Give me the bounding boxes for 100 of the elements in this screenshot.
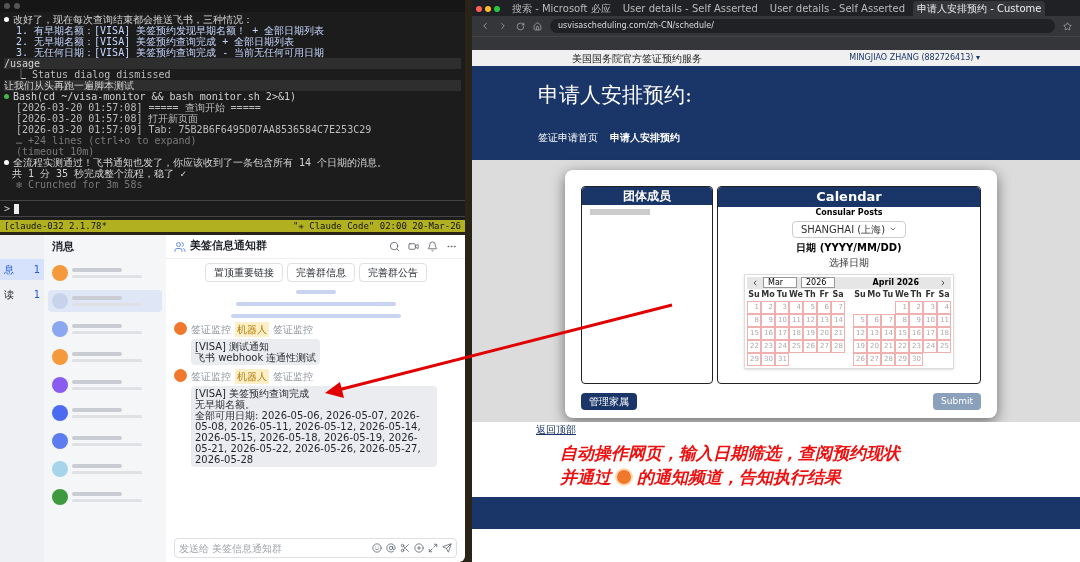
- message-input[interactable]: 发送给 美签信息通知群: [179, 540, 372, 556]
- sender-name: 签证监控: [191, 370, 231, 384]
- weekday-label: Sa: [937, 288, 951, 301]
- search-icon[interactable]: [389, 241, 400, 252]
- terminal-line: 全流程实测通过！飞书通知也发了，你应该收到了一条包含所有 14 个日期的消息。: [13, 157, 388, 168]
- back-to-top-link[interactable]: 返回顶部: [536, 422, 576, 437]
- status-clock: "✳ Claude Code" 02:00 20-Mar-26: [293, 220, 461, 232]
- expand-icon[interactable]: [428, 543, 438, 553]
- field-label: 日期 (YYYY/MM/DD): [796, 240, 902, 255]
- close-icon[interactable]: [476, 6, 482, 12]
- weekday-label: Mo: [761, 288, 775, 301]
- breadcrumb-link[interactable]: 申请人安排预约: [610, 129, 680, 145]
- weekday-label: Fr: [924, 288, 936, 301]
- month-title: April 2026: [872, 276, 919, 289]
- bookmark-icon[interactable]: [1063, 21, 1072, 31]
- month-select[interactable]: Mar: [763, 277, 797, 288]
- blurred-text: [295, 290, 336, 294]
- minimize-icon[interactable]: [485, 6, 491, 12]
- post-select[interactable]: SHANGHAI (上海): [791, 220, 907, 238]
- user-menu[interactable]: MINGJIAO ZHANG (882726413) ▾: [849, 52, 980, 64]
- emoji-icon[interactable]: [372, 543, 382, 553]
- forward-icon[interactable]: [498, 21, 508, 31]
- terminal-line: Bash(cd ~/visa-monitor && bash monitor.sh 2>&1): [13, 91, 296, 102]
- message-field[interactable]: 发送给 美签信息通知群: [174, 538, 457, 558]
- weekday-label: We: [789, 288, 803, 301]
- terminal-line: [2026-03-20 01:57:08] 打开新页面: [16, 113, 199, 124]
- home-icon[interactable]: [533, 21, 542, 31]
- terminal-line: 3. 无任何日期：[VISA] 美签预约查询完成 - 当前无任何可用日期: [16, 47, 325, 58]
- annotation-text: 并通过: [560, 466, 611, 489]
- source-label: 签证监控: [273, 323, 313, 337]
- pin-button[interactable]: 完善群公告: [358, 263, 427, 282]
- send-icon[interactable]: [442, 543, 452, 553]
- list-title: 消息: [51, 239, 75, 255]
- weekday-label: Sa: [831, 288, 845, 301]
- bot-avatar: [174, 322, 187, 335]
- pin-button[interactable]: 完善群信息: [286, 263, 355, 282]
- weekday-label: Mo: [867, 288, 881, 301]
- browser-tab[interactable]: User details - Self Asserted: [618, 1, 762, 16]
- weekday-label: Su: [747, 288, 761, 301]
- bot-tag: 机器人: [235, 369, 269, 384]
- terminal-line: … +24 lines (ctrl+o to expand): [16, 135, 197, 146]
- browser-tab[interactable]: 搜索 - Microsoft 必应: [508, 1, 615, 16]
- cursor-icon: [14, 203, 20, 214]
- back-icon[interactable]: [480, 21, 490, 31]
- plus-icon[interactable]: [414, 543, 424, 553]
- reload-icon[interactable]: [516, 21, 525, 31]
- scissors-icon[interactable]: [400, 543, 410, 553]
- group-title: 美签信息通知群: [190, 238, 267, 255]
- terminal-line: [2026-03-20 01:57:09] Tab: 75B2B6F6495D07AA8536584C7E253C29: [16, 124, 372, 135]
- bell-icon[interactable]: [427, 241, 438, 252]
- message-text: 无早期名额。: [195, 399, 255, 410]
- bot-tag: 机器人: [235, 322, 269, 337]
- terminal-line: /usage: [4, 58, 41, 69]
- prev-month-icon[interactable]: [751, 278, 759, 287]
- terminal-line: 2. 无早期名额：[VISA] 美签预约查询完成 + 全部日期列表: [16, 36, 295, 47]
- year-select[interactable]: 2026: [801, 277, 835, 288]
- terminal-line: 1. 有早期名额：[VISA] 美签预约发现早期名额！ + 全部日期列表: [16, 25, 325, 36]
- sender-name: 签证监控: [191, 323, 231, 337]
- source-label: 签证监控: [273, 370, 313, 384]
- terminal-line: [2026-03-20 01:57:08] ===== 查询开始 =====: [16, 102, 261, 113]
- message-text: 全部可用日期: 2026-05-06, 2026-05-07, 2026-05-08, 2026-05-11, 2026-05-12, 2026-05-14, 2026-05-15, 2026-05-18, 2026-05-19, 2026-05-21, 2026-05-22, 2026-05-26, 2026-05-27, 2026-05-28: [195, 410, 422, 465]
- weekday-label: Tu: [881, 288, 895, 301]
- weekday-label: Su: [853, 288, 867, 301]
- address-bar[interactable]: usvisascheduling.com/zh-CN/schedule/: [550, 19, 1055, 33]
- annotation-text: 自动操作网页，输入日期筛选，查阅预约现状: [560, 442, 903, 465]
- chevron-icon: [889, 225, 898, 233]
- weekday-label: Th: [909, 288, 923, 301]
- session-label: [claude-032 2.1.78*: [4, 220, 107, 232]
- close-icon[interactable]: [4, 3, 10, 9]
- page-title: 申请人安排预约:: [538, 82, 694, 109]
- message-text: [VISA] 美签预约查询完成: [195, 388, 311, 399]
- panel-title: Calendar: [718, 187, 980, 207]
- nav-item[interactable]: 息 1: [0, 259, 44, 280]
- annotation-text: 的通知频道，告知执行结果: [637, 466, 841, 489]
- breadcrumb-link[interactable]: 签证申请首页: [538, 129, 598, 145]
- prompt-symbol: >: [4, 203, 11, 214]
- bot-avatar: [174, 369, 187, 382]
- manage-dependents-button[interactable]: 管理家属: [581, 393, 637, 410]
- date-hint: 选择日期: [829, 255, 869, 270]
- weekday-label: Tu: [775, 288, 789, 301]
- nav-item[interactable]: 读 1: [0, 284, 44, 305]
- panel-title: 团体成员: [582, 187, 712, 205]
- browser-tab[interactable]: User details - Self Asserted: [765, 1, 910, 16]
- site-label: 美国国务院官方签证预约服务: [572, 51, 702, 66]
- bullet-icon: [4, 17, 9, 22]
- bullet-icon: [4, 94, 9, 99]
- weekday-label: Th: [803, 288, 817, 301]
- next-month-icon[interactable]: [939, 278, 947, 287]
- mention-icon[interactable]: [386, 543, 396, 553]
- message-text: [VISA] 测试通知: [195, 341, 270, 352]
- video-icon[interactable]: [408, 241, 419, 252]
- field-label: Consular Posts: [815, 206, 883, 219]
- terminal-line: ✻ Crunched for 3m 58s: [16, 179, 143, 190]
- group-icon: [174, 240, 186, 253]
- mascot-icon: [615, 468, 633, 486]
- terminal-line: 改好了，现在每次查询结束都会推送飞书，三种情况：: [13, 14, 253, 25]
- browser-tab[interactable]: 申请人安排预约 - Custome: [913, 1, 1046, 16]
- maximize-icon[interactable]: [494, 6, 500, 12]
- pin-button[interactable]: 置顶重要链接: [204, 263, 283, 282]
- terminal-line: 让我们从头再跑一遍脚本测试: [4, 80, 134, 91]
